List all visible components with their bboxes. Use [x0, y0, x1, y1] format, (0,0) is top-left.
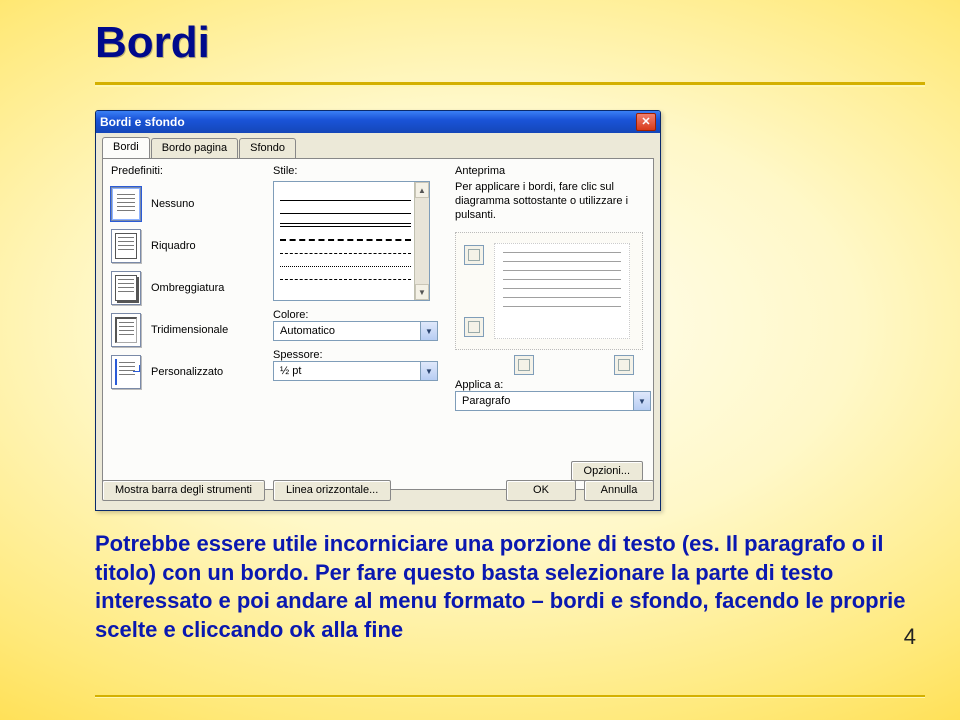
style-scrollbar[interactable]: ▲ ▼ [414, 182, 429, 300]
slide-divider [95, 82, 925, 87]
page-number: 4 [904, 624, 916, 650]
slide-title: Bordi [95, 18, 210, 68]
cancel-button[interactable]: Annulla [584, 480, 654, 501]
footer-divider [95, 695, 925, 698]
chevron-down-icon[interactable]: ▼ [420, 362, 437, 380]
horizontal-line-button[interactable]: Linea orizzontale... [273, 480, 391, 501]
style-column: Stile: ▲ ▼ Colore: [273, 165, 443, 381]
apply-combo[interactable]: Paragrafo ▼ [455, 391, 651, 411]
style-listbox[interactable]: ▲ ▼ [273, 181, 430, 301]
dialog-title: Bordi e sfondo [100, 115, 185, 129]
preset-label: Predefiniti: [111, 165, 261, 177]
apply-value: Paragrafo [462, 395, 510, 407]
slide-body-text: Potrebbe essere utile incorniciare una p… [95, 530, 915, 644]
tab-body: Predefiniti: Nessuno Riquadro Ombreggiat… [102, 158, 654, 490]
width-label: Spessore: [273, 349, 443, 361]
width-combo[interactable]: ½ pt ▼ [273, 361, 438, 381]
close-icon[interactable]: ✕ [636, 113, 656, 131]
preset-label-nessuno: Nessuno [151, 198, 194, 210]
color-combo[interactable]: Automatico ▼ [273, 321, 438, 341]
preview-diagram[interactable] [455, 232, 643, 350]
preset-personalizzato[interactable]: Personalizzato [111, 355, 261, 389]
apply-label: Applica a: [455, 379, 645, 391]
preset-label-riquadro: Riquadro [151, 240, 196, 252]
border-right-button[interactable] [614, 355, 634, 375]
style-label: Stile: [273, 165, 443, 177]
border-bottom-button[interactable] [464, 317, 484, 337]
tab-bordi[interactable]: Bordi [102, 137, 150, 158]
preview-label: Anteprima [455, 165, 645, 177]
preview-column: Anteprima Per applicare i bordi, fare cl… [455, 165, 645, 350]
preset-column: Predefiniti: Nessuno Riquadro Ombreggiat… [111, 165, 261, 389]
chevron-down-icon[interactable]: ▼ [420, 322, 437, 340]
color-label: Colore: [273, 309, 443, 321]
tab-bordo-pagina[interactable]: Bordo pagina [151, 138, 238, 159]
dialog-titlebar[interactable]: Bordi e sfondo ✕ [96, 111, 660, 133]
show-toolbar-button[interactable]: Mostra barra degli strumenti [102, 480, 265, 501]
preset-label-personalizzato: Personalizzato [151, 366, 223, 378]
border-left-button[interactable] [514, 355, 534, 375]
preset-ombreggiatura[interactable]: Ombreggiatura [111, 271, 261, 305]
preset-label-ombreggiatura: Ombreggiatura [151, 282, 224, 294]
scroll-down-icon[interactable]: ▼ [415, 284, 429, 300]
color-value: Automatico [280, 325, 335, 337]
ok-button[interactable]: OK [506, 480, 576, 501]
scroll-up-icon[interactable]: ▲ [415, 182, 429, 198]
dialog-tabs: Bordi Bordo pagina Sfondo [102, 137, 654, 158]
apply-row: Applica a: Paragrafo ▼ [455, 379, 645, 411]
preview-hint: Per applicare i bordi, fare clic sul dia… [455, 181, 645, 222]
chevron-down-icon[interactable]: ▼ [633, 392, 650, 410]
preview-page [494, 243, 630, 339]
preset-label-tridimensionale: Tridimensionale [151, 324, 228, 336]
width-value: ½ pt [280, 365, 301, 377]
tab-sfondo[interactable]: Sfondo [239, 138, 296, 159]
borders-dialog: Bordi e sfondo ✕ Bordi Bordo pagina Sfon… [95, 110, 661, 511]
preset-tridimensionale[interactable]: Tridimensionale [111, 313, 261, 347]
preset-riquadro[interactable]: Riquadro [111, 229, 261, 263]
dialog-buttonbar: Mostra barra degli strumenti Linea orizz… [102, 476, 654, 504]
preset-nessuno[interactable]: Nessuno [111, 187, 261, 221]
border-top-button[interactable] [464, 245, 484, 265]
